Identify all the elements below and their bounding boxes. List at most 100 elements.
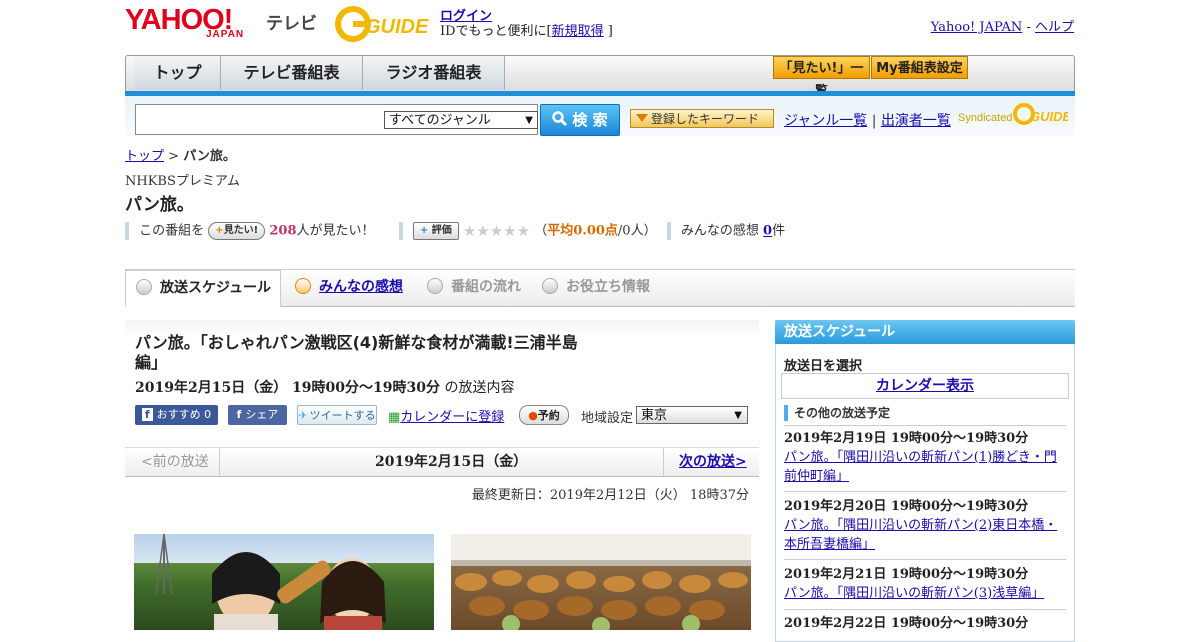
help-link[interactable]: ヘルプ — [1035, 20, 1074, 35]
rating-stars: ★★★★★ — [462, 222, 531, 240]
link-separator: - — [1022, 20, 1035, 35]
yahoo-japan-link[interactable]: Yahoo! JAPAN — [931, 20, 1023, 35]
episode-date: 2019年2月15日（金） 19時00分～19時30分 の放送内容 — [135, 377, 514, 397]
nav-tab-radio-schedule[interactable]: ラジオ番組表 — [363, 56, 505, 90]
tweet-button[interactable]: ✈ ツイートする — [297, 405, 377, 425]
schedule-date: 2019年2月20日 19時00分～19時30分 — [784, 499, 1029, 514]
fb-recommend-label: おすすめ 0 — [156, 408, 212, 421]
tab-label: 番組の流れ — [451, 279, 521, 295]
registered-keyword-button[interactable]: 登録したキーワード — [630, 109, 774, 128]
want-button-label: 見たい! — [223, 225, 259, 236]
search-button-label: 検 索 — [572, 111, 608, 129]
divider — [784, 425, 1066, 426]
my-schedule-settings-button[interactable]: My番組表設定 — [871, 56, 968, 79]
genre-select[interactable]: すべてのジャンル ▼ — [384, 111, 538, 129]
register-link[interactable]: 新規取得 — [552, 24, 604, 39]
breadcrumb-top-link[interactable]: トップ — [125, 149, 164, 164]
syndicated-label: Syndicated — [958, 112, 1012, 124]
next-broadcast-link[interactable]: 次の放送> — [679, 448, 747, 476]
syndicated-g-guide-logo: Syndicated GUIDE — [956, 102, 1072, 128]
tab-impressions[interactable]: みんなの感想 — [295, 270, 403, 306]
performer-list-link[interactable]: 出演者一覧 — [881, 113, 951, 129]
rate-button[interactable]: + 評価 — [412, 222, 459, 240]
chevron-down-icon — [136, 279, 152, 295]
sidebar-heading: 放送スケジュール — [775, 320, 1075, 344]
episode-date-suffix: の放送内容 — [444, 380, 515, 396]
want-to-watch-button[interactable]: +見たい! — [208, 222, 266, 240]
nav-tab-top[interactable]: トップ — [135, 56, 221, 90]
schedule-date: 2019年2月22日 19時00分～19時30分 — [784, 616, 1029, 631]
link-pipe: | — [871, 113, 877, 129]
other-broadcasts-heading: その他の放送予定 — [784, 405, 890, 421]
login-sub-prefix: IDでもっと便利に[ — [440, 24, 552, 39]
triangle-down-icon — [636, 114, 648, 122]
broadcast-pager: <前の放送 2019年2月15日（金） 次の放送> — [125, 447, 759, 477]
divider — [663, 448, 664, 476]
twitter-bird-icon: ✈ — [298, 409, 308, 422]
region-select-value: 東京 — [641, 408, 668, 423]
login-sub-suffix: ] — [607, 24, 613, 39]
nav-tab-tv-schedule[interactable]: テレビ番組表 — [221, 56, 363, 90]
rating-count: /0人 — [617, 223, 644, 239]
breadcrumb-current: パン旅。 — [183, 149, 236, 164]
record-icon: ● — [528, 409, 538, 422]
tab-broadcast-schedule[interactable]: 放送スケジュール — [125, 270, 281, 307]
content-tabs: 放送スケジュール みんなの感想 番組の流れ お役立ち情報 — [125, 269, 1075, 307]
episode-photo-bread — [451, 534, 751, 630]
want-prefix: この番組を — [139, 223, 205, 239]
search-icon — [552, 110, 568, 126]
tab-program-flow[interactable]: 番組の流れ — [427, 270, 521, 306]
list-item: 2019年2月22日 19時00分～19時30分 — [784, 614, 1066, 633]
divider — [784, 609, 1066, 610]
yahoo-japan-logo-text: JAPAN — [206, 29, 245, 40]
fb-share-label: シェア — [245, 408, 279, 421]
tab-label: お役立ち情報 — [566, 279, 650, 295]
pager-current-date: 2019年2月15日（金） — [375, 454, 528, 470]
schedule-title-link[interactable]: パン旅。「隅田川沿いの斬新パン(3)浅草編」 — [784, 586, 1044, 601]
episode-photo-hosts — [134, 534, 434, 630]
divider — [219, 448, 220, 476]
impressions-count-link[interactable]: 0 — [763, 224, 772, 239]
chevron-right-icon — [427, 278, 443, 294]
facebook-recommend-button[interactable]: f おすすめ 0 — [135, 405, 218, 425]
divider — [398, 222, 403, 240]
syndicated-guide-text: GUIDE — [1030, 109, 1068, 124]
search-links: ジャンル一覧 | 出演者一覧 — [784, 110, 951, 130]
facebook-icon: f — [141, 408, 153, 421]
genre-list-link[interactable]: ジャンル一覧 — [784, 113, 867, 129]
divider — [784, 559, 1066, 560]
avg-paren-close: ） — [643, 223, 657, 239]
program-stats: この番組を +見たい! 208人が見たい！ + 評価 ★★★★★ （平均0.00… — [125, 220, 1075, 242]
rate-button-label: 評価 — [431, 225, 452, 236]
impressions-label: みんなの感想 — [680, 223, 759, 239]
want-list-button[interactable]: 「見たい!」一覧 — [773, 56, 870, 99]
plus-icon: + — [419, 225, 429, 236]
schedule-title-link[interactable]: パン旅。「隅田川沿いの斬新パン(1)勝どき・門前仲町編」 — [784, 450, 1057, 484]
chevron-right-icon — [295, 278, 311, 294]
tab-label[interactable]: みんなの感想 — [319, 279, 403, 295]
channel-name: NHKBSプレミアム — [125, 174, 240, 189]
chevron-down-icon: ▼ — [734, 410, 742, 421]
schedule-date: 2019年2月19日 19時00分～19時30分 — [784, 431, 1029, 446]
reserve-button[interactable]: ●予約 — [519, 405, 569, 425]
g-guide-logo[interactable]: GUIDE — [335, 6, 431, 42]
prev-broadcast: <前の放送 — [141, 454, 209, 470]
g-guide-logo-text: GUIDE — [365, 16, 429, 38]
facebook-share-button[interactable]: f シェア — [228, 405, 287, 425]
calendar-plus-icon: ▦ — [388, 410, 401, 425]
calendar-display-link[interactable]: カレンダー表示 — [876, 378, 974, 394]
calendar-display-button[interactable]: カレンダー表示 — [781, 373, 1069, 399]
calendar-register[interactable]: ▦カレンダーに登録 — [388, 406, 504, 425]
schedule-date: 2019年2月21日 19時00分～19時30分 — [784, 567, 1029, 582]
calendar-register-link[interactable]: カレンダーに登録 — [400, 410, 504, 425]
divider — [125, 222, 129, 240]
region-select[interactable]: 東京 ▼ — [636, 406, 748, 424]
search-button[interactable]: 検 索 — [540, 104, 620, 136]
chevron-right-icon — [542, 278, 558, 294]
tab-useful-info[interactable]: お役立ち情報 — [542, 270, 650, 306]
list-item: 2019年2月19日 19時00分～19時30分 パン旅。「隅田川沿いの斬新パン… — [784, 429, 1066, 486]
plus-icon: + — [215, 225, 224, 236]
want-suffix: 人が見たい！ — [296, 223, 375, 239]
schedule-title-link[interactable]: パン旅。「隅田川沿いの斬新パン(2)東日本橋・本所吾妻橋編」 — [784, 518, 1057, 552]
genre-select-value: すべてのジャンル — [389, 113, 491, 128]
